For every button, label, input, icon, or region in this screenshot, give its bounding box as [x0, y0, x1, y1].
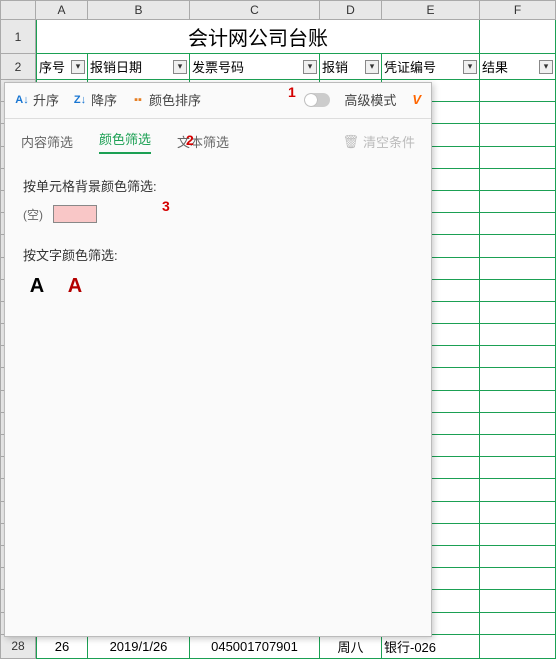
empty-swatch-label: (空)	[23, 206, 43, 223]
tab-text-filter[interactable]: 文本筛选	[177, 132, 229, 151]
cell[interactable]	[480, 413, 556, 435]
swatch-pink[interactable]	[53, 205, 97, 223]
sort-asc-button[interactable]: A↓ 升序	[15, 90, 59, 109]
hdr-A-label: 序号	[39, 57, 65, 76]
font-color-section: 按文字颜色筛选: A A	[23, 245, 413, 298]
bg-color-section: 按单元格背景颜色筛选: (空)	[23, 176, 413, 223]
sort-desc-icon: Z↓	[73, 94, 87, 106]
color-sort-button[interactable]: ▪▪ 颜色排序	[131, 90, 201, 109]
hdr-C: 发票号码 ▾	[190, 54, 320, 80]
col-C[interactable]: C	[190, 0, 320, 20]
tab-content-filter[interactable]: 内容筛选	[21, 132, 73, 151]
col-B[interactable]: B	[88, 0, 190, 20]
cell[interactable]	[480, 124, 556, 146]
cell[interactable]	[480, 80, 556, 102]
dropdown-body: 按单元格背景颜色筛选: (空) 按文字颜色筛选: A A	[5, 162, 431, 334]
cell[interactable]	[480, 213, 556, 235]
advanced-toggle[interactable]	[304, 93, 330, 107]
sort-asc-icon: A↓	[15, 94, 29, 106]
cell-F1[interactable]	[480, 20, 556, 54]
cell[interactable]	[480, 524, 556, 546]
cell-D28[interactable]: 周八	[320, 635, 382, 659]
cell[interactable]	[480, 613, 556, 635]
color-sort-label: 颜色排序	[149, 90, 201, 109]
cell[interactable]	[480, 258, 556, 280]
cell[interactable]	[480, 235, 556, 257]
filter-dropdown: A↓ 升序 Z↓ 降序 ▪▪ 颜色排序 高级模式 V 内容筛选 颜色筛选 文本筛选 🗑…	[4, 82, 432, 637]
corner-cell[interactable]	[0, 0, 36, 20]
cell-F28[interactable]	[480, 635, 556, 659]
advanced-label: 高级模式	[344, 90, 396, 109]
filter-button-B[interactable]: ▾	[173, 60, 187, 74]
cell[interactable]	[480, 302, 556, 324]
clear-conditions-button[interactable]: 🗑 清空条件	[342, 132, 415, 151]
sort-desc-label: 降序	[91, 90, 117, 109]
filter-button-E[interactable]: ▾	[463, 60, 477, 74]
row-1-header[interactable]: 1	[0, 20, 36, 54]
filter-button-D[interactable]: ▾	[365, 60, 379, 74]
cell[interactable]	[480, 280, 556, 302]
cell[interactable]	[480, 368, 556, 390]
hdr-E: 凭证编号 ▾	[382, 54, 480, 80]
hdr-D-label: 报销	[322, 57, 348, 76]
hdr-D: 报销 ▾	[320, 54, 382, 80]
col-F[interactable]: F	[480, 0, 556, 20]
cell-A28[interactable]: 26	[36, 635, 88, 659]
col-A[interactable]: A	[36, 0, 88, 20]
cell[interactable]	[480, 479, 556, 501]
row-28-header[interactable]: 28	[0, 635, 36, 659]
cell[interactable]	[480, 546, 556, 568]
cell[interactable]	[480, 457, 556, 479]
cell[interactable]	[480, 391, 556, 413]
hdr-C-label: 发票号码	[192, 57, 244, 76]
cell[interactable]	[480, 191, 556, 213]
font-color-label: 按文字颜色筛选:	[23, 245, 413, 264]
vip-icon: V	[412, 92, 421, 107]
filter-button-A[interactable]: ▾	[71, 60, 85, 74]
cell[interactable]	[480, 147, 556, 169]
font-color-black[interactable]: A	[23, 274, 51, 298]
color-sort-icon: ▪▪	[131, 94, 145, 106]
font-color-red[interactable]: A	[61, 274, 89, 298]
trash-icon: 🗑	[342, 134, 359, 150]
hdr-A: 序号 ▾	[36, 54, 88, 80]
sort-desc-button[interactable]: Z↓ 降序	[73, 90, 117, 109]
cell[interactable]	[480, 169, 556, 191]
filter-button-C[interactable]: ▾	[303, 60, 317, 74]
cell[interactable]	[480, 568, 556, 590]
hdr-B: 报销日期 ▾	[88, 54, 190, 80]
cell[interactable]	[480, 346, 556, 368]
clear-label: 清空条件	[363, 132, 415, 151]
bg-color-label: 按单元格背景颜色筛选:	[23, 176, 413, 195]
hdr-E-label: 凭证编号	[384, 57, 436, 76]
cell[interactable]	[480, 502, 556, 524]
cell[interactable]	[480, 102, 556, 124]
sheet-title: 会计网公司台账	[36, 20, 480, 54]
row-2-header[interactable]: 2	[0, 54, 36, 80]
dropdown-tabs: 内容筛选 颜色筛选 文本筛选 🗑 清空条件	[5, 119, 431, 162]
hdr-F: 结果 ▾	[480, 54, 556, 80]
sort-asc-label: 升序	[33, 90, 59, 109]
hdr-B-label: 报销日期	[90, 57, 142, 76]
col-D[interactable]: D	[320, 0, 382, 20]
tab-color-filter[interactable]: 颜色筛选	[99, 129, 151, 154]
cell[interactable]	[480, 590, 556, 612]
col-E[interactable]: E	[382, 0, 480, 20]
filter-button-F[interactable]: ▾	[539, 60, 553, 74]
cell-C28[interactable]: 045001707901	[190, 635, 320, 659]
cell[interactable]	[480, 435, 556, 457]
dropdown-toolbar: A↓ 升序 Z↓ 降序 ▪▪ 颜色排序 高级模式 V	[5, 83, 431, 119]
column-headers: A B C D E F	[0, 0, 556, 20]
hdr-F-label: 结果	[482, 57, 508, 76]
cell-B28[interactable]: 2019/1/26	[88, 635, 190, 659]
cell[interactable]	[480, 324, 556, 346]
cell-E28[interactable]: 银行-026	[382, 635, 480, 659]
